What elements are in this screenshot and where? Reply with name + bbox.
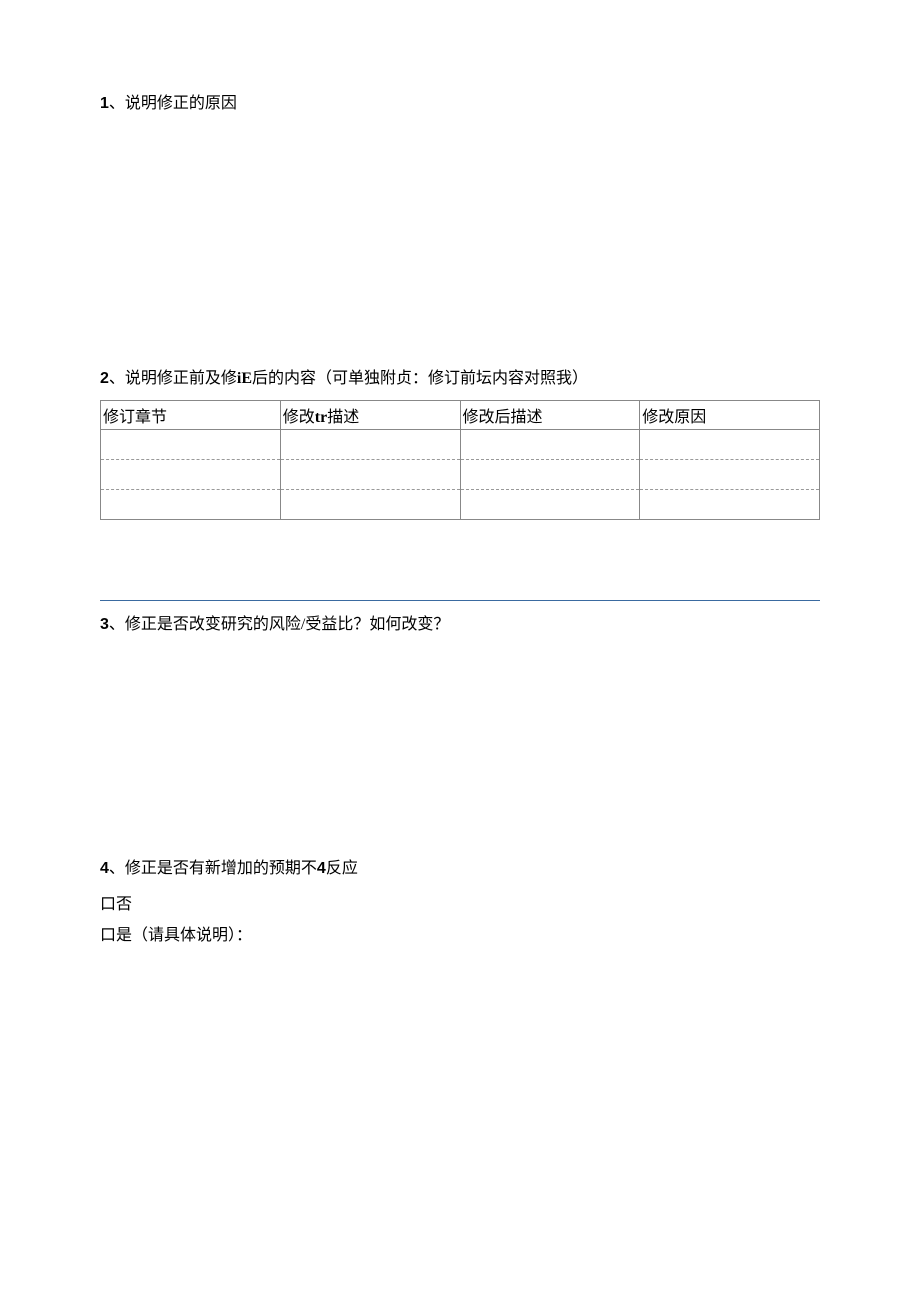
section-3-text: 、修正是否改变研究的风险/受益比？如何改变？	[109, 616, 449, 633]
cell	[101, 459, 281, 489]
section-4-heading: 4、修正是否有新增加的预期不4反应	[100, 855, 820, 884]
table-header-row: 修订章节 修改tr描述 修改后描述 修改原因	[101, 400, 820, 429]
table-row	[101, 459, 820, 489]
section-1-num: 1	[100, 95, 109, 112]
blank-area-3	[100, 645, 820, 855]
revision-table: 修订章节 修改tr描述 修改后描述 修改原因	[100, 400, 820, 520]
section-2-bold: iE	[237, 370, 252, 387]
th-chapter-text: 修订章节	[103, 409, 167, 426]
cell	[640, 489, 820, 519]
checkbox-no: 口否	[100, 890, 820, 920]
cell	[640, 459, 820, 489]
th-reason-text: 修改原因	[642, 409, 706, 426]
th-before-b: 描述	[327, 409, 359, 426]
blank-area-1	[100, 125, 820, 365]
cell	[280, 489, 460, 519]
table-row	[101, 429, 820, 459]
section-3-heading: 3、修正是否改变研究的风险/受益比？如何改变？	[100, 611, 820, 640]
th-before-a: 修改	[283, 409, 315, 426]
cell	[101, 429, 281, 459]
section-1-text: 、说明修正的原因	[109, 95, 237, 112]
section-1-heading: 1、说明修正的原因	[100, 90, 820, 119]
section-2-heading: 2、说明修正前及修iE后的内容（可单独附贞：修订前坛内容对照我）	[100, 365, 820, 394]
section-2-num: 2	[100, 370, 109, 387]
section-2-text-b: 后的内容（可单独附贞：修订前坛内容对照我）	[252, 370, 588, 387]
th-after: 修改后描述	[460, 400, 640, 429]
separator-rule	[100, 600, 820, 601]
th-chapter: 修订章节	[101, 400, 281, 429]
section-3-num: 3	[100, 616, 109, 633]
cell	[280, 459, 460, 489]
section-4-num: 4	[100, 860, 109, 877]
cell	[101, 489, 281, 519]
th-after-text: 修改后描述	[463, 409, 543, 426]
section-4-text-b: 反应	[326, 860, 358, 877]
th-before-bold: tr	[315, 409, 327, 426]
revision-table-wrap: 修订章节 修改tr描述 修改后描述 修改原因	[100, 400, 820, 520]
cell	[280, 429, 460, 459]
table-row	[101, 489, 820, 519]
section-2-text-a: 、说明修正前及修	[109, 370, 237, 387]
th-before: 修改tr描述	[280, 400, 460, 429]
checkbox-yes: 口是（请具体说明）：	[100, 921, 820, 951]
cell	[460, 459, 640, 489]
cell	[460, 489, 640, 519]
cell	[640, 429, 820, 459]
th-reason: 修改原因	[640, 400, 820, 429]
section-4-bold: 4	[317, 860, 326, 877]
cell	[460, 429, 640, 459]
section-4-text-a: 、修正是否有新增加的预期不	[109, 860, 317, 877]
